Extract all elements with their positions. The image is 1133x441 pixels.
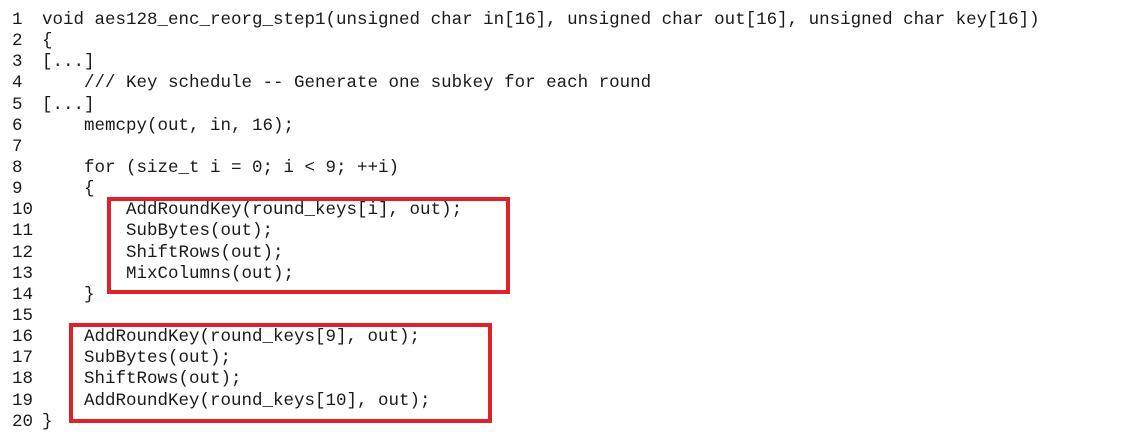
code-line: 4 /// Key schedule -- Generate one subke… <box>0 73 1133 94</box>
line-number: 12 <box>12 242 34 263</box>
line-number: 17 <box>12 348 34 369</box>
line-number: 13 <box>12 263 34 284</box>
line-number: 5 <box>12 94 23 115</box>
line-number: 4 <box>12 73 23 94</box>
code-line: 3 [...] <box>0 52 1133 73</box>
code-text: [...] <box>42 52 95 73</box>
code-text: void aes128_enc_reorg_step1(unsigned cha… <box>42 10 1040 30</box>
code-text: } <box>42 284 95 305</box>
code-text: for (size_t i = 0; i < 9; ++i) <box>42 157 400 178</box>
line-number: 10 <box>12 200 34 221</box>
line-number: 18 <box>12 369 34 390</box>
line-number: 8 <box>12 157 23 178</box>
final-round-highlight-box <box>69 323 492 423</box>
code-line: 8 for (size_t i = 0; i < 9; ++i) <box>0 158 1133 179</box>
code-line: 7 <box>0 137 1133 158</box>
code-text: } <box>42 411 53 432</box>
code-text: [...] <box>42 94 95 115</box>
line-number: 15 <box>12 305 34 326</box>
code-line: 5 [...] <box>0 95 1133 116</box>
line-number: 20 <box>12 411 34 432</box>
line-number: 1 <box>12 10 23 30</box>
code-line: 2{ <box>0 31 1133 52</box>
loop-body-highlight-box <box>107 197 510 294</box>
line-number: 14 <box>12 284 34 305</box>
line-number: 11 <box>12 221 34 242</box>
line-number: 6 <box>12 115 23 136</box>
line-number: 2 <box>12 31 23 52</box>
code-text: { <box>42 31 53 52</box>
line-number: 19 <box>12 390 34 411</box>
line-number: 16 <box>12 327 34 348</box>
line-number: 3 <box>12 52 23 73</box>
code-line: 1 void aes128_enc_reorg_step1(unsigned ch… <box>0 10 1133 31</box>
code-line: 6 memcpy(out, in, 16); <box>0 116 1133 137</box>
line-number: 7 <box>12 136 23 157</box>
code-text: /// Key schedule -- Generate one subkey … <box>42 73 652 94</box>
line-number: 9 <box>12 179 23 200</box>
code-text: { <box>42 179 95 200</box>
code-text: memcpy(out, in, 16); <box>42 115 295 136</box>
